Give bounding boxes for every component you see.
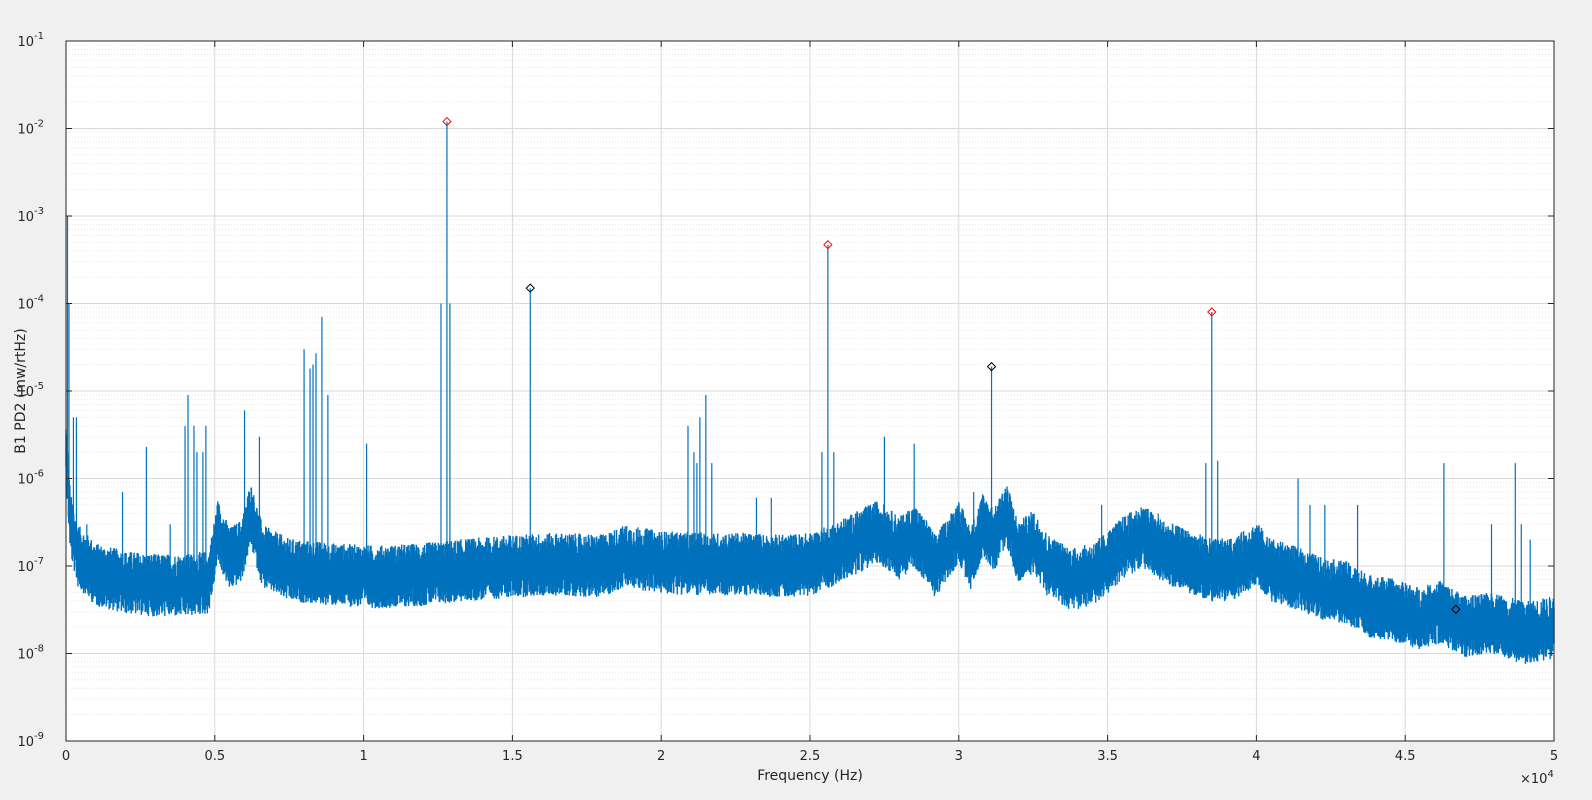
x-tick-label: 3.5 [1097, 749, 1118, 764]
y-tick-base: 10 [17, 35, 34, 50]
x-tick-label: 1 [359, 749, 367, 764]
y-tick-base: 10 [17, 210, 34, 225]
y-tick-exponent: -7 [34, 556, 44, 567]
y-tick-exponent: -2 [34, 119, 44, 130]
y-tick-base: 10 [17, 298, 34, 313]
y-tick-exponent: -5 [34, 381, 44, 392]
x-tick-label: 2.5 [800, 749, 821, 764]
y-tick-base: 10 [17, 560, 34, 575]
x-multiplier-exponent: 4 [1547, 769, 1553, 780]
y-tick-exponent: -1 [34, 31, 44, 42]
y-tick-exponent: -8 [34, 644, 44, 655]
x-tick-label: 2 [657, 749, 665, 764]
y-tick-base: 10 [17, 648, 34, 663]
psd-chart: 0 0.5 1 1.5 2 2.5 3 3.5 4 4.5 510-110-210-310-410-… [0, 0, 1592, 800]
x-tick-label: 4.5 [1395, 749, 1416, 764]
y-tick-base: 10 [17, 473, 34, 488]
y-tick-exponent: -9 [34, 731, 44, 742]
y-tick-exponent: -4 [34, 294, 44, 305]
x-tick-label: 5 [1550, 749, 1558, 764]
y-tick-exponent: -3 [34, 206, 44, 217]
x-axis-label: Frequency (Hz) [757, 768, 863, 784]
x-tick-label: 3 [955, 749, 963, 764]
y-tick-exponent: -6 [34, 469, 44, 480]
y-tick-base: 10 [17, 735, 34, 750]
y-tick-base: 10 [17, 123, 34, 138]
y-axis-label: B1 PD2 (mw/rtHz) [13, 328, 29, 453]
x-tick-label: 1.5 [502, 749, 523, 764]
x-tick-label: 4 [1252, 749, 1260, 764]
x-tick-label: 0.5 [204, 749, 225, 764]
x-tick-label: 0 [62, 749, 70, 764]
x-multiplier-base: ×10 [1520, 772, 1547, 787]
